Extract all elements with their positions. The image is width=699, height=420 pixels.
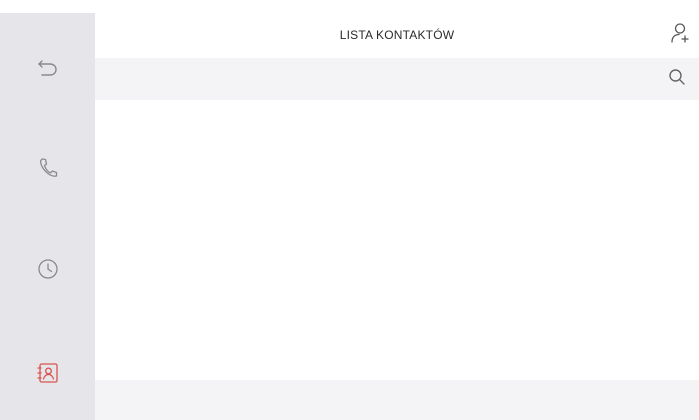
history-button[interactable] xyxy=(0,241,95,297)
search-bar xyxy=(95,58,699,100)
sidebar xyxy=(0,13,95,420)
contacts-button[interactable] xyxy=(0,345,95,401)
header: LISTA KONTAKTÓW xyxy=(95,13,699,58)
clock-icon xyxy=(37,258,59,280)
top-strip xyxy=(0,0,699,13)
back-arrow-icon xyxy=(37,59,59,77)
contacts-book-icon xyxy=(36,362,60,384)
footer-bar xyxy=(95,380,699,420)
page-title: LISTA KONTAKTÓW xyxy=(339,28,455,42)
search-button[interactable] xyxy=(665,67,689,91)
back-button[interactable] xyxy=(0,40,95,96)
search-icon xyxy=(668,68,686,91)
call-button[interactable] xyxy=(0,140,95,196)
add-contact-button[interactable] xyxy=(667,22,693,48)
phone-icon xyxy=(38,157,58,179)
add-contact-icon xyxy=(669,22,691,49)
search-input[interactable] xyxy=(105,64,649,96)
contact-list xyxy=(95,100,699,380)
